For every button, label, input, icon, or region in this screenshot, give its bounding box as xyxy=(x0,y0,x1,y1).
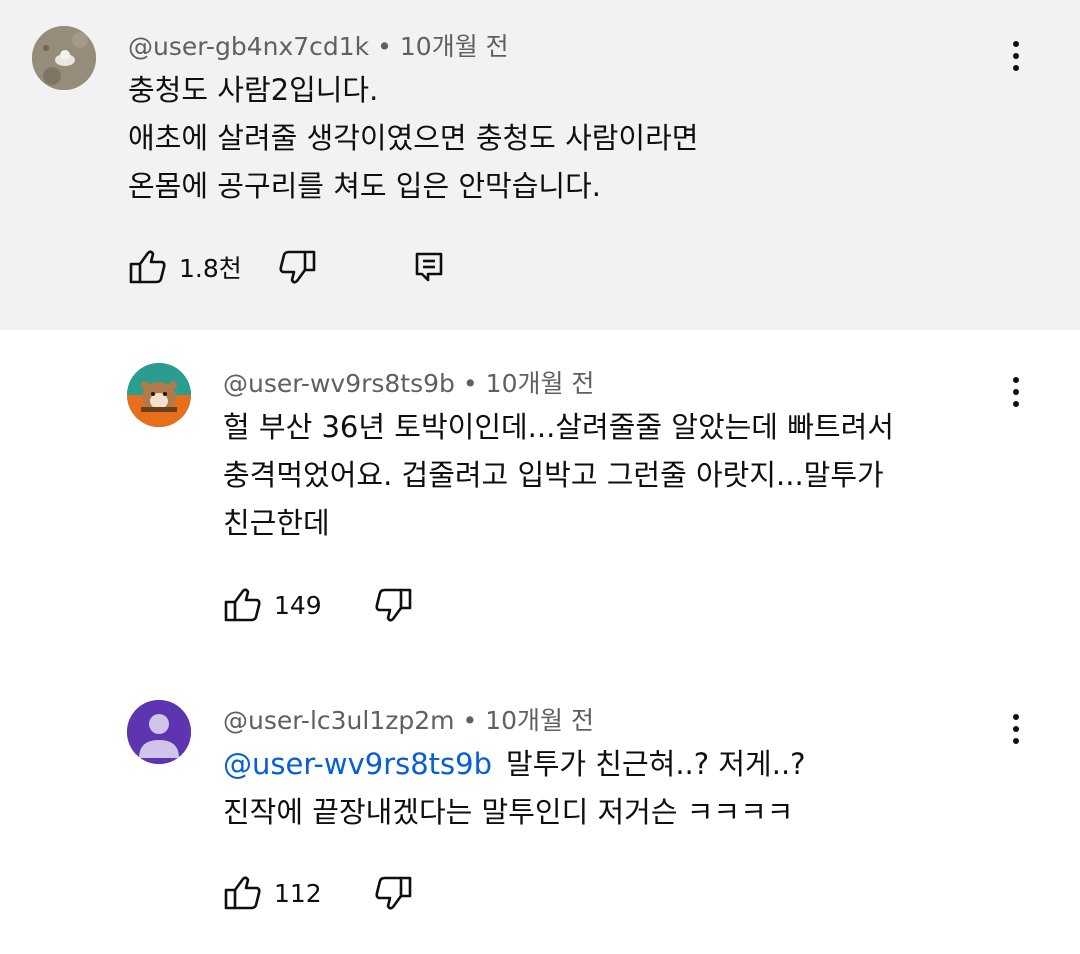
comment-line: 친근한데 xyxy=(223,506,330,540)
comment-author[interactable]: @user-lc3ul1zp2m xyxy=(223,706,455,735)
comment-meta: @user-lc3ul1zp2m • 10개월 전 xyxy=(223,701,594,737)
comment-meta: @user-gb4nx7cd1k • 10개월 전 xyxy=(128,27,509,63)
comment-line: @user-wv9rs8ts9b 말투가 친근혀..? 저게..? xyxy=(223,740,806,788)
avatar[interactable] xyxy=(32,26,96,90)
comment-text: 헐 부산 36년 토박이인데...살려줄줄 알았는데 빠트려서 충격먹었어요. … xyxy=(223,403,894,547)
comment-meta: @user-wv9rs8ts9b • 10개월 전 xyxy=(223,364,594,400)
dislike-icon xyxy=(375,588,412,622)
comment-author[interactable]: @user-gb4nx7cd1k xyxy=(128,32,369,61)
like-icon xyxy=(224,876,261,910)
like-icon xyxy=(129,250,166,284)
like-button[interactable]: 149 xyxy=(224,587,322,623)
like-count: 112 xyxy=(274,878,322,908)
more-vertical-icon[interactable] xyxy=(996,368,1036,416)
comment-line: 진작에 끝장내겠다는 말투인디 저거슨 ㅋㅋㅋㅋ xyxy=(223,795,794,829)
reply-button[interactable] xyxy=(414,251,444,283)
dislike-button[interactable] xyxy=(278,249,316,285)
comment-line: 온몸에 공구리를 쳐도 입은 안막습니다. xyxy=(128,169,601,203)
separator-dot: • xyxy=(462,706,478,735)
comment-actions: 149 xyxy=(224,587,412,623)
comment-highlighted: @user-gb4nx7cd1k • 10개월 전 충청도 사람2입니다. 애초에 … xyxy=(0,0,1080,330)
comment-author[interactable]: @user-wv9rs8ts9b xyxy=(223,369,455,398)
dislike-icon xyxy=(375,876,412,910)
separator-dot: • xyxy=(462,369,478,398)
comment-time[interactable]: 10개월 전 xyxy=(485,706,594,735)
dislike-icon xyxy=(279,250,316,284)
like-button[interactable]: 1.8천 xyxy=(129,249,242,285)
comment-time[interactable]: 10개월 전 xyxy=(400,32,509,61)
like-icon xyxy=(224,588,261,622)
comment-line: 애초에 살려줄 생각이였으면 충청도 사람이라면 xyxy=(128,121,699,155)
comment-line: 헐 부산 36년 토박이인데...살려줄줄 알았는데 빠트려서 xyxy=(223,410,894,444)
like-button[interactable]: 112 xyxy=(224,875,322,911)
comment-line: 충청도 사람2입니다. xyxy=(128,73,379,107)
reply-comment: @user-wv9rs8ts9b • 10개월 전 헐 부산 36년 토박이인데..… xyxy=(0,330,1080,668)
comment-line: 충격먹었어요. 겁줄려고 입박고 그런줄 아랏지...말투가 xyxy=(223,458,884,492)
more-vertical-icon[interactable] xyxy=(996,705,1036,753)
comment-line-text: 말투가 친근혀..? 저게..? xyxy=(506,747,806,781)
mention-link[interactable]: @user-wv9rs8ts9b xyxy=(223,747,492,781)
avatar[interactable] xyxy=(127,363,191,427)
like-count: 149 xyxy=(274,590,322,620)
more-vertical-icon[interactable] xyxy=(996,32,1036,80)
like-count: 1.8천 xyxy=(179,254,242,283)
reply-icon xyxy=(415,252,443,282)
avatar[interactable] xyxy=(127,700,191,764)
comment-time[interactable]: 10개월 전 xyxy=(486,369,595,398)
separator-dot: • xyxy=(377,32,392,61)
comment-text: @user-wv9rs8ts9b 말투가 친근혀..? 저게..? 진작에 끝장내… xyxy=(223,740,806,836)
dislike-button[interactable] xyxy=(374,587,412,623)
comment-actions: 112 xyxy=(224,875,412,911)
comment-actions: 1.8천 xyxy=(129,249,444,285)
comment-text: 충청도 사람2입니다. 애초에 살려줄 생각이였으면 충청도 사람이라면 온몸에… xyxy=(128,66,698,210)
reply-comment: @user-lc3ul1zp2m • 10개월 전 @user-wv9rs8ts9b… xyxy=(0,668,1080,954)
dislike-button[interactable] xyxy=(374,875,412,911)
